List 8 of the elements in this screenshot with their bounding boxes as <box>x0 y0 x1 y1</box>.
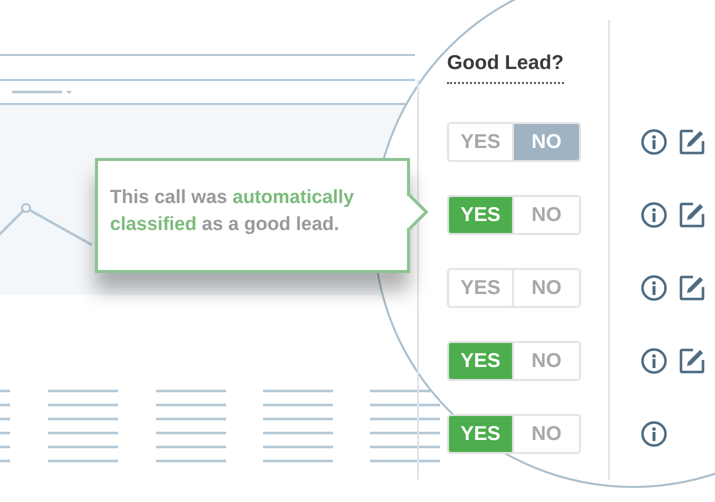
yes-option[interactable]: YES <box>449 416 514 452</box>
column-header: Good Lead? <box>447 48 564 84</box>
callout-text: This call was automatically classified as a good lead. <box>110 186 355 237</box>
yes-option[interactable]: YES <box>449 124 514 160</box>
yes-option[interactable]: YES <box>449 197 514 233</box>
no-option[interactable]: NO <box>514 124 579 160</box>
yes-option[interactable]: YES <box>449 343 514 379</box>
yes-option[interactable]: YES <box>449 270 514 306</box>
